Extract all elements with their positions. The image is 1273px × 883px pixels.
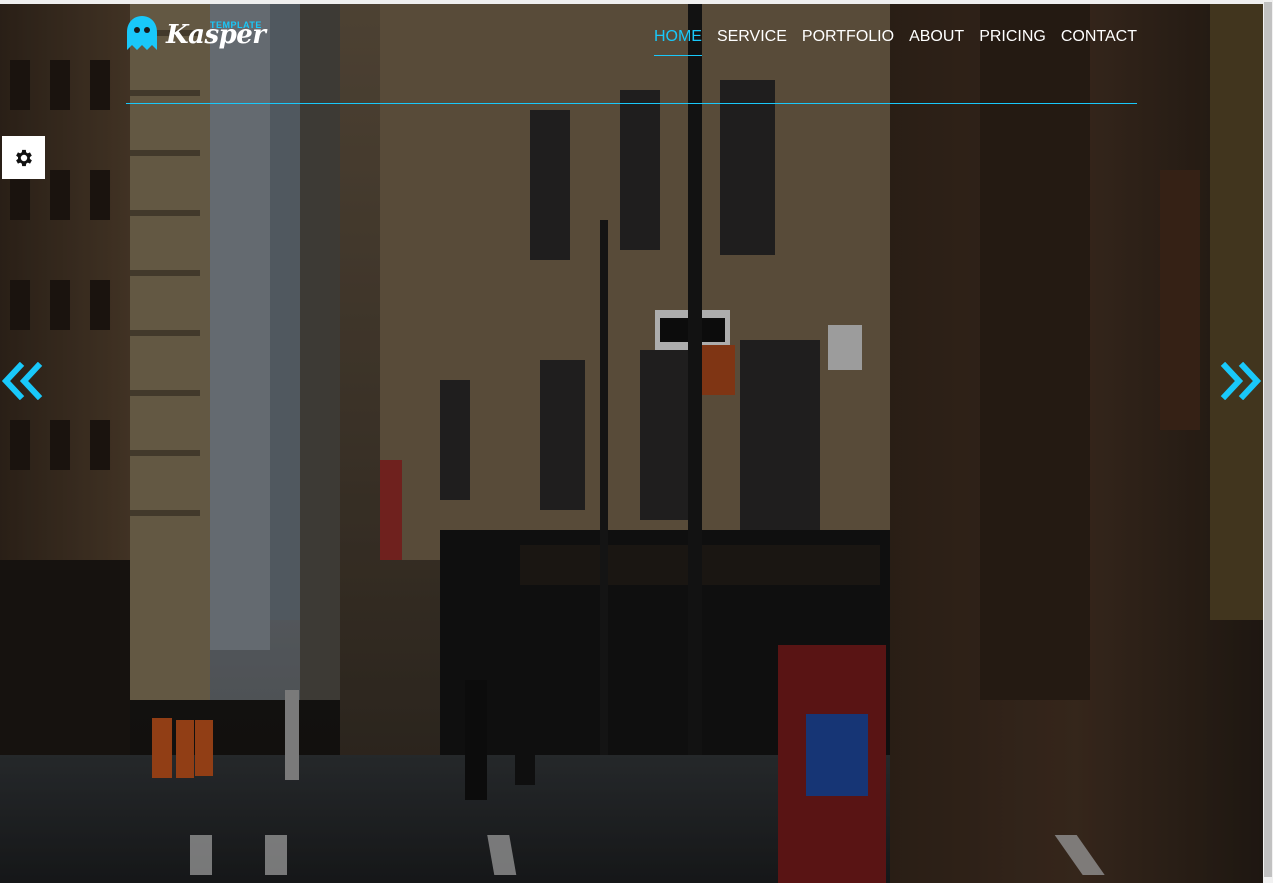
dark-overlay	[0, 0, 1273, 883]
double-chevron-left-icon	[1, 361, 43, 401]
slider-prev-button[interactable]	[0, 361, 44, 401]
slider-next-button[interactable]	[1219, 361, 1263, 401]
logo[interactable]: TEMPLATE Kasper	[126, 14, 266, 58]
vertical-scrollbar[interactable]	[1263, 0, 1273, 883]
top-edge	[0, 0, 1263, 4]
logo-brand: Kasper	[166, 20, 266, 50]
double-chevron-right-icon	[1220, 361, 1262, 401]
nav-item-home[interactable]: HOME	[653, 28, 702, 58]
gear-icon	[15, 149, 32, 166]
nav-item-pricing[interactable]: PRICING	[979, 28, 1046, 58]
nav-item-contact[interactable]: CONTACT	[1061, 28, 1137, 58]
settings-button[interactable]	[2, 136, 45, 179]
nav-item-about[interactable]: ABOUT	[909, 28, 964, 58]
ghost-icon	[127, 16, 157, 50]
site-header: TEMPLATE Kasper HOME SERVICE PORTFOLIO A…	[126, 14, 1137, 104]
nav-item-service[interactable]: SERVICE	[717, 28, 787, 58]
nav-item-portfolio[interactable]: PORTFOLIO	[802, 28, 894, 58]
main-nav: HOME SERVICE PORTFOLIO ABOUT PRICING CON…	[639, 28, 1137, 58]
hero-slider: TEMPLATE Kasper HOME SERVICE PORTFOLIO A…	[0, 0, 1273, 883]
scrollbar-thumb[interactable]	[1264, 2, 1272, 877]
